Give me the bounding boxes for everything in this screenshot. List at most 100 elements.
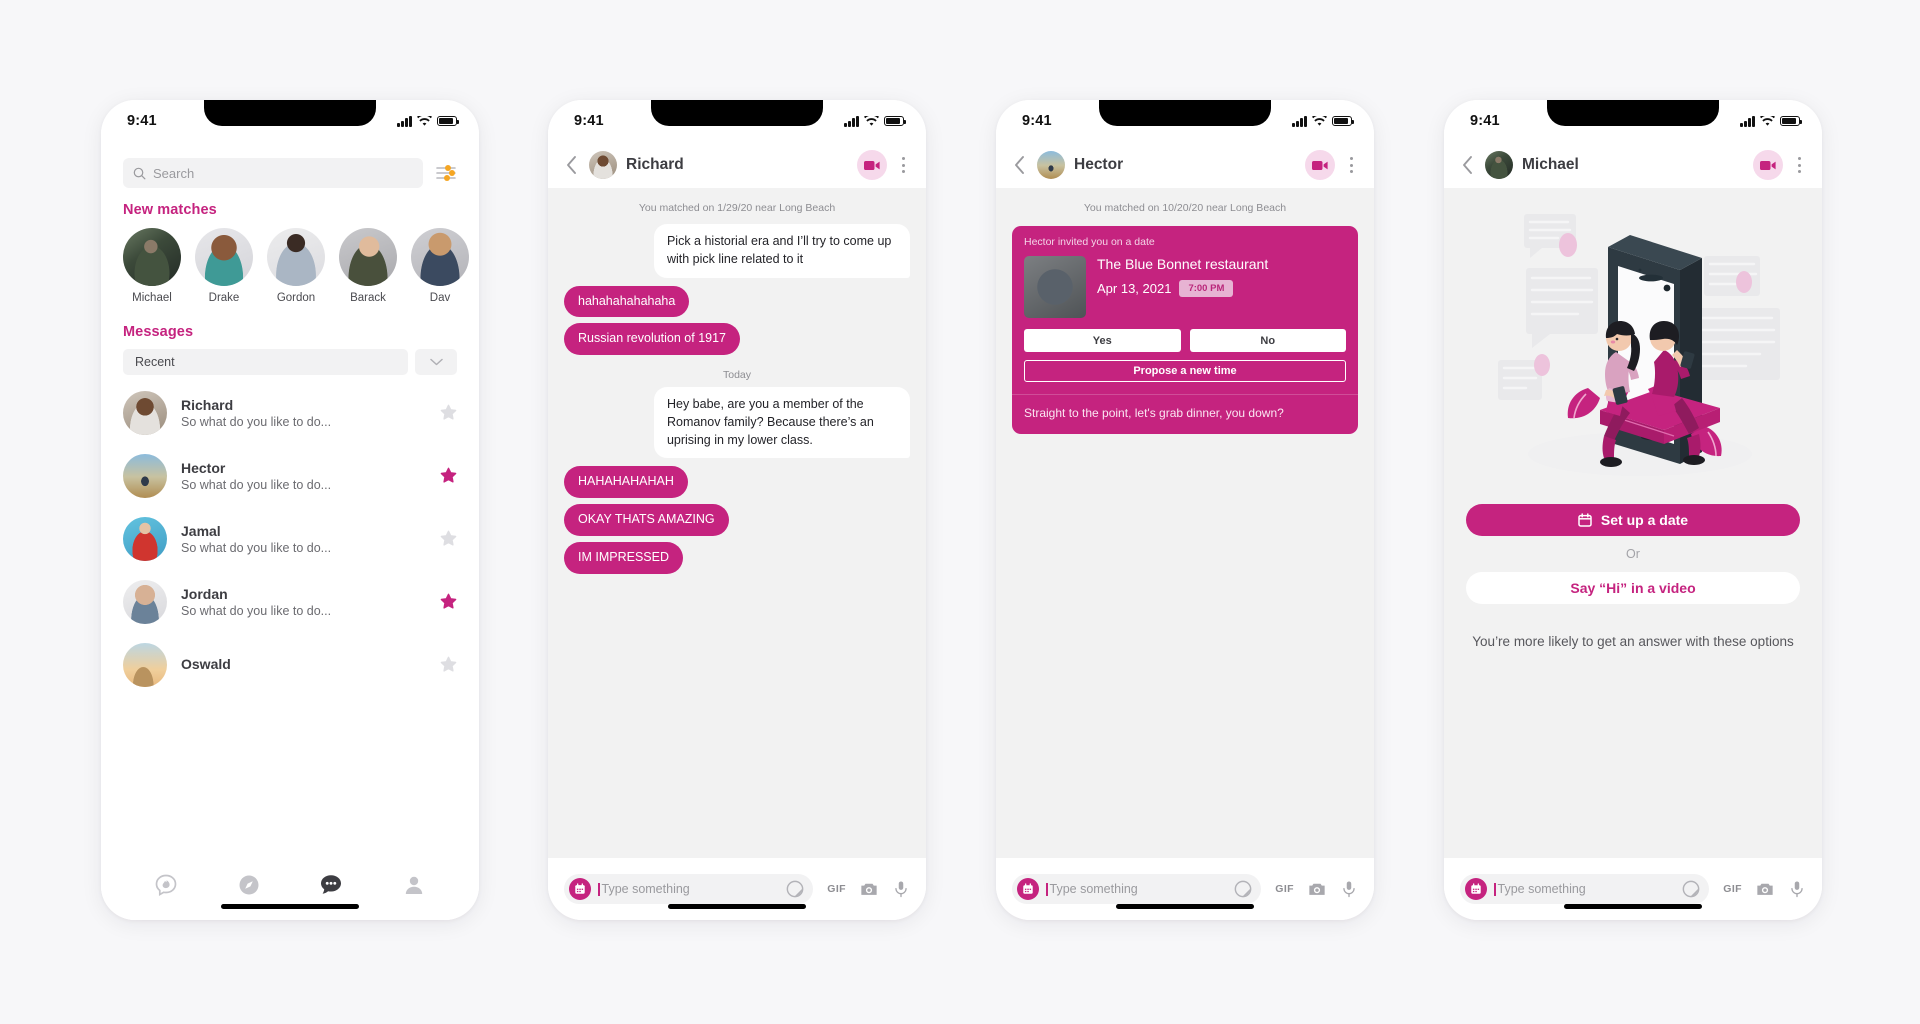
match-card[interactable]: Dav bbox=[411, 228, 469, 304]
propose-new-time-button[interactable]: Propose a new time bbox=[1024, 360, 1346, 382]
sticker-icon[interactable] bbox=[1234, 880, 1252, 898]
calendar-icon[interactable] bbox=[569, 878, 591, 900]
back-chevron-icon[interactable] bbox=[1012, 154, 1028, 176]
video-call-button[interactable] bbox=[857, 150, 887, 180]
message-input-placeholder: Type something bbox=[1494, 882, 1675, 896]
compass-explore-icon bbox=[239, 875, 259, 895]
notch bbox=[204, 100, 376, 126]
accept-date-button[interactable]: Yes bbox=[1024, 329, 1181, 352]
tab-messages[interactable] bbox=[317, 871, 345, 899]
decline-date-button[interactable]: No bbox=[1189, 329, 1346, 352]
avatar[interactable] bbox=[589, 151, 617, 179]
tab-explore[interactable] bbox=[235, 871, 263, 899]
message-composer: Type something GIF bbox=[548, 858, 926, 920]
match-card[interactable]: Drake bbox=[195, 228, 253, 304]
match-note: You matched on 10/20/20 near Long Beach bbox=[1083, 202, 1287, 214]
back-chevron-icon[interactable] bbox=[1460, 154, 1476, 176]
setup-date-button[interactable]: Set up a date bbox=[1466, 504, 1800, 536]
cellular-bars-icon bbox=[844, 115, 859, 127]
conversation-row[interactable]: Oswald bbox=[101, 633, 479, 696]
message-input[interactable]: Type something bbox=[1460, 874, 1710, 904]
message-composer: Type something GIF bbox=[996, 858, 1374, 920]
camera-icon[interactable] bbox=[1308, 880, 1326, 898]
avatar bbox=[123, 390, 167, 435]
chat-header: Hector bbox=[996, 142, 1374, 188]
gif-button[interactable]: GIF bbox=[827, 883, 846, 895]
microphone-icon[interactable] bbox=[892, 880, 910, 898]
video-camera-icon bbox=[864, 160, 880, 170]
calendar-icon[interactable] bbox=[1465, 878, 1487, 900]
home-indicator bbox=[668, 904, 806, 909]
new-matches-carousel[interactable]: Michael Drake Gordon Barack Dav bbox=[101, 218, 479, 304]
messages-title: Messages bbox=[123, 324, 194, 340]
kebab-menu-icon[interactable] bbox=[897, 154, 910, 175]
wifi-icon bbox=[1312, 115, 1327, 126]
bottom-tab-bar[interactable] bbox=[101, 862, 479, 920]
kebab-menu-icon[interactable] bbox=[1345, 154, 1358, 175]
cellular-bars-icon bbox=[397, 115, 412, 127]
video-call-button[interactable] bbox=[1753, 150, 1783, 180]
screens-canvas: 9:41 Search New matches Michael Drake Go… bbox=[0, 0, 1920, 1024]
match-card[interactable]: Gordon bbox=[267, 228, 325, 304]
new-matches-title: New matches bbox=[123, 202, 217, 218]
conversation-preview: So what do you like to do... bbox=[181, 414, 332, 429]
sort-select[interactable]: Recent bbox=[123, 349, 408, 375]
star-icon[interactable] bbox=[440, 656, 457, 673]
conversation-name: Hector bbox=[181, 459, 226, 476]
kebab-menu-icon[interactable] bbox=[1793, 154, 1806, 175]
search-placeholder: Search bbox=[153, 165, 195, 181]
calendar-icon[interactable] bbox=[1017, 878, 1039, 900]
avatar[interactable] bbox=[1037, 151, 1065, 179]
status-bar: 9:41 bbox=[996, 100, 1374, 142]
conversation-name: Jamal bbox=[181, 522, 221, 539]
conversation-name: Jordan bbox=[181, 585, 228, 602]
message-input[interactable]: Type something bbox=[1012, 874, 1262, 904]
status-bar: 9:41 bbox=[548, 100, 926, 142]
conversation-name: Richard bbox=[181, 396, 234, 413]
search-input[interactable]: Search bbox=[123, 158, 423, 188]
camera-icon[interactable] bbox=[860, 880, 878, 898]
phone-screen-chat-michael: 9:41 Michael Set up a date Or Say “Hi” i… bbox=[1444, 100, 1822, 920]
microphone-icon[interactable] bbox=[1788, 880, 1806, 898]
wifi-icon bbox=[1760, 115, 1775, 126]
match-name: Drake bbox=[208, 292, 240, 304]
sort-row: Recent bbox=[101, 340, 479, 375]
camera-icon[interactable] bbox=[1756, 880, 1774, 898]
chat-messages[interactable]: You matched on 1/29/20 near Long Beach P… bbox=[548, 188, 926, 858]
star-icon[interactable] bbox=[440, 530, 457, 547]
tab-profile[interactable] bbox=[400, 871, 428, 899]
conversation-row[interactable]: Hector So what do you like to do... bbox=[101, 444, 479, 507]
microphone-icon[interactable] bbox=[1340, 880, 1358, 898]
match-card[interactable]: Michael bbox=[123, 228, 181, 304]
message-input[interactable]: Type something bbox=[564, 874, 814, 904]
status-time: 9:41 bbox=[127, 113, 157, 129]
conversation-row[interactable]: Jordan So what do you like to do... bbox=[101, 570, 479, 633]
or-divider-label: Or bbox=[1626, 547, 1640, 561]
say-hi-video-button[interactable]: Say “Hi” in a video bbox=[1466, 572, 1800, 604]
sticker-icon[interactable] bbox=[1682, 880, 1700, 898]
sticker-icon[interactable] bbox=[786, 880, 804, 898]
filter-sliders-icon[interactable] bbox=[435, 163, 457, 183]
star-icon[interactable] bbox=[440, 404, 457, 421]
star-icon[interactable] bbox=[440, 467, 457, 484]
message-composer: Type something GIF bbox=[1444, 858, 1822, 920]
chevron-down-icon[interactable] bbox=[415, 349, 457, 375]
tab-flame-chat[interactable] bbox=[152, 871, 180, 899]
match-card[interactable]: Barack bbox=[339, 228, 397, 304]
chat-messages[interactable]: You matched on 10/20/20 near Long Beach … bbox=[996, 188, 1374, 858]
conversation-list[interactable]: Richard So what do you like to do... Hec… bbox=[101, 381, 479, 862]
avatar bbox=[411, 228, 469, 286]
conversation-row[interactable]: Jamal So what do you like to do... bbox=[101, 507, 479, 570]
gif-button[interactable]: GIF bbox=[1275, 883, 1294, 895]
video-call-button[interactable] bbox=[1305, 150, 1335, 180]
status-bar: 9:41 bbox=[1444, 100, 1822, 142]
gif-button[interactable]: GIF bbox=[1723, 883, 1742, 895]
match-note: You matched on 1/29/20 near Long Beach bbox=[638, 202, 836, 214]
avatar[interactable] bbox=[1485, 151, 1513, 179]
star-icon[interactable] bbox=[440, 593, 457, 610]
notch bbox=[651, 100, 823, 126]
status-time: 9:41 bbox=[1022, 113, 1052, 129]
conversation-row[interactable]: Richard So what do you like to do... bbox=[101, 381, 479, 444]
back-chevron-icon[interactable] bbox=[564, 154, 580, 176]
avatar bbox=[123, 642, 167, 687]
